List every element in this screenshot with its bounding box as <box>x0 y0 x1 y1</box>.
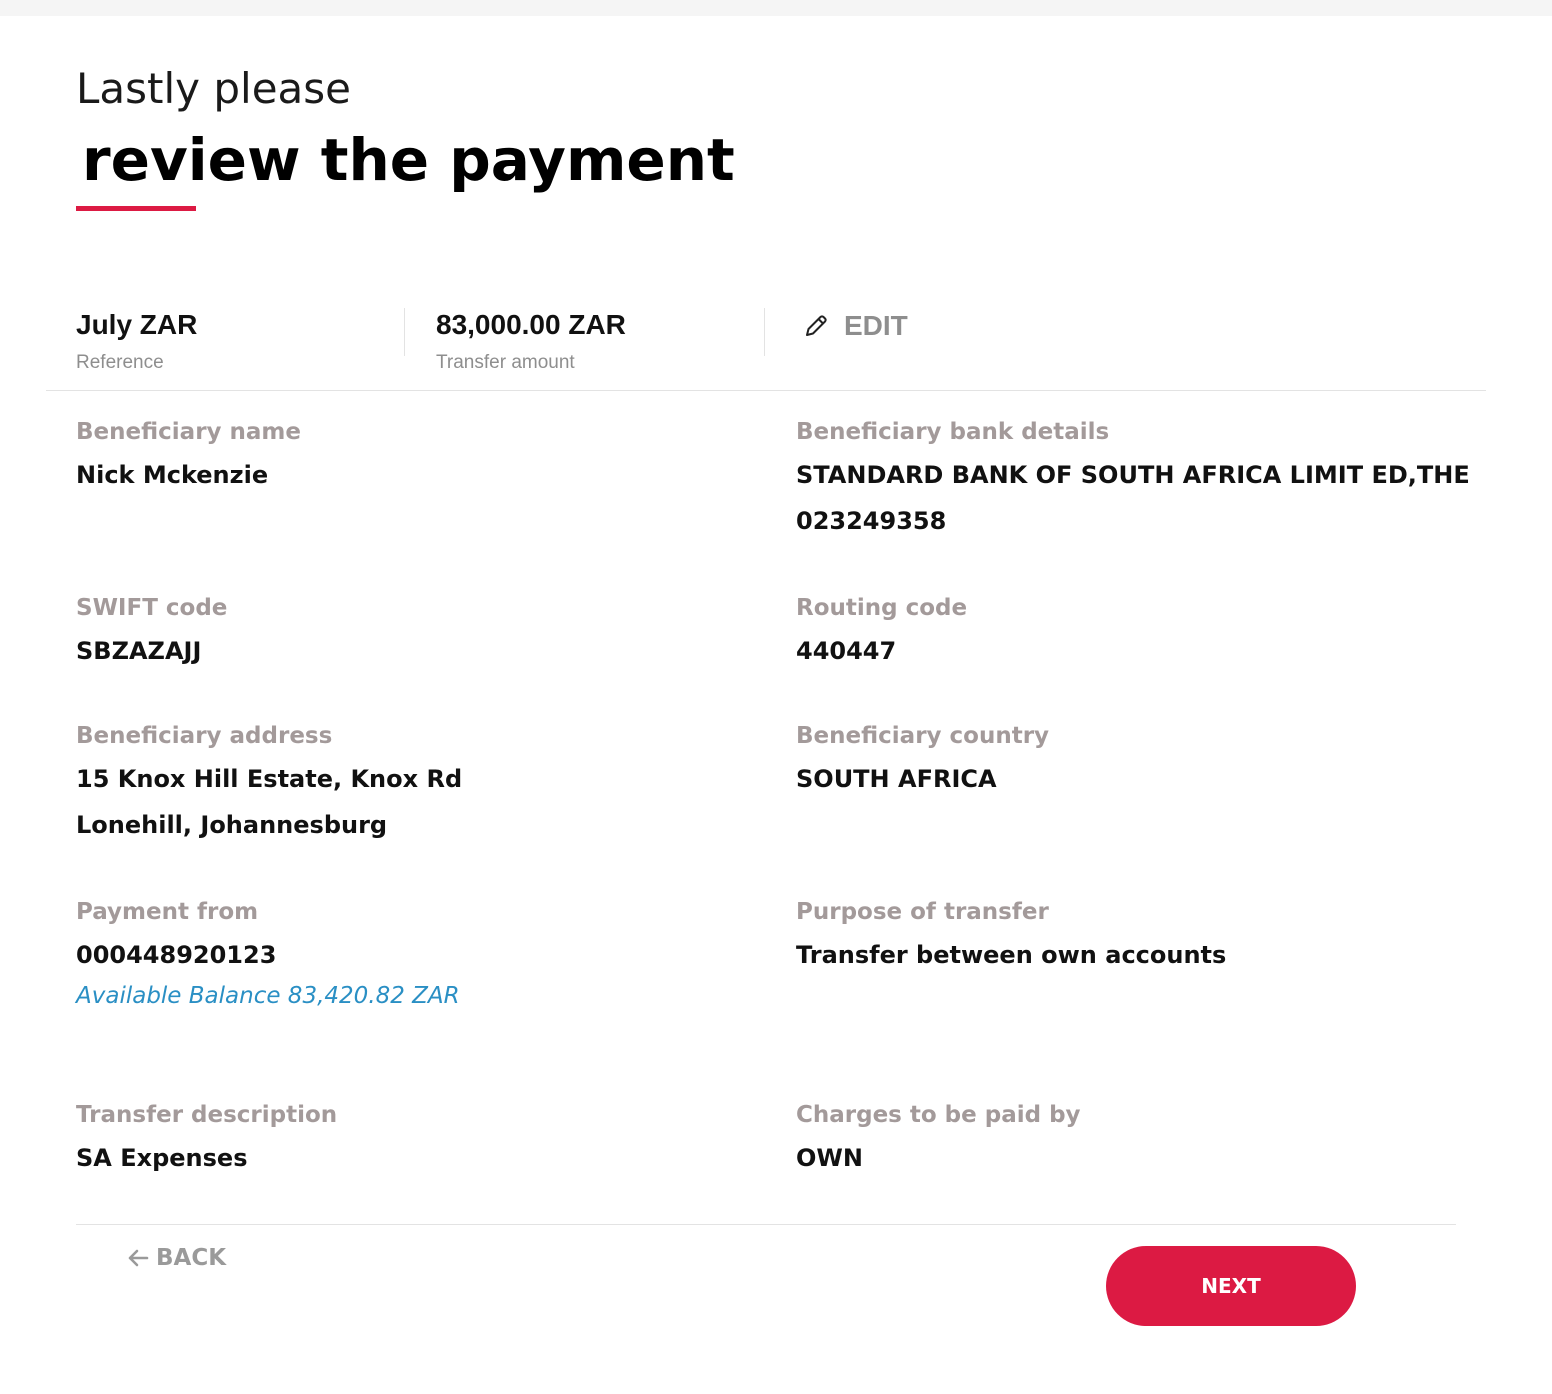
page-title: review the payment <box>82 126 735 194</box>
summary-divider-line <box>46 390 1486 391</box>
review-payment-page: Lastly please review the payment July ZA… <box>0 16 1552 1394</box>
field-value: OWN <box>796 1144 863 1172</box>
field-value: SA Expenses <box>76 1144 248 1172</box>
swift-code-field: SWIFT code SBZAZAJJ <box>76 592 756 674</box>
field-value: SBZAZAJJ <box>76 637 202 665</box>
amount-summary: 83,000.00 ZAR Transfer amount <box>436 308 626 373</box>
field-label: Transfer description <box>76 1102 338 1128</box>
pencil-icon <box>802 312 830 340</box>
field-label: Beneficiary address <box>76 723 333 749</box>
beneficiary-name-field: Beneficiary name Nick Mckenzie <box>76 416 756 498</box>
field-value: 023249358 <box>796 507 947 535</box>
next-button[interactable]: NEXT <box>1106 1246 1356 1326</box>
summary-divider <box>404 308 405 356</box>
field-label: Beneficiary bank details <box>796 419 1110 445</box>
title-accent-underline <box>76 206 196 211</box>
top-strip <box>0 0 1552 16</box>
field-label: Charges to be paid by <box>796 1102 1081 1128</box>
field-label: Payment from <box>76 899 259 925</box>
field-value: Nick Mckenzie <box>76 461 269 489</box>
beneficiary-country-field: Beneficiary country SOUTH AFRICA <box>796 720 1476 802</box>
transfer-amount-label: Transfer amount <box>436 352 575 373</box>
back-label: BACK <box>156 1245 227 1271</box>
field-label: Purpose of transfer <box>796 899 1049 925</box>
charges-field: Charges to be paid by OWN <box>796 1099 1476 1181</box>
summary-divider <box>764 308 765 356</box>
reference-value: July ZAR <box>76 309 198 340</box>
field-label: Beneficiary name <box>76 419 301 445</box>
field-value: Transfer between own accounts <box>796 941 1227 969</box>
page-subtitle: Lastly please <box>76 64 351 113</box>
payment-from-field: Payment from 000448920123 Available Bala… <box>76 896 756 1014</box>
back-button[interactable]: BACK <box>126 1242 226 1274</box>
edit-button[interactable]: EDIT <box>802 308 908 344</box>
field-value: 15 Knox Hill Estate, Knox Rd <box>76 765 463 793</box>
field-value: 000448920123 <box>76 941 277 969</box>
bank-details-field: Beneficiary bank details STANDARD BANK O… <box>796 416 1476 544</box>
footer-divider-line <box>76 1224 1456 1225</box>
edit-label: EDIT <box>844 310 908 341</box>
field-value: STANDARD BANK OF SOUTH AFRICA LIMIT ED,T… <box>796 461 1470 489</box>
field-value: 440447 <box>796 637 897 665</box>
field-value: Lonehill, Johannesburg <box>76 811 388 839</box>
routing-code-field: Routing code 440447 <box>796 592 1476 674</box>
available-balance: Available Balance 83,420.82 ZAR <box>76 983 460 1009</box>
purpose-field: Purpose of transfer Transfer between own… <box>796 896 1476 978</box>
reference-label: Reference <box>76 352 164 373</box>
transfer-amount-value: 83,000.00 ZAR <box>436 309 626 340</box>
payment-summary: July ZAR Reference 83,000.00 ZAR Transfe… <box>76 308 1476 378</box>
beneficiary-address-field: Beneficiary address 15 Knox Hill Estate,… <box>76 720 756 848</box>
reference-summary: July ZAR Reference <box>76 308 198 373</box>
field-label: SWIFT code <box>76 595 228 621</box>
field-label: Beneficiary country <box>796 723 1050 749</box>
transfer-description-field: Transfer description SA Expenses <box>76 1099 756 1181</box>
arrow-left-icon <box>126 1246 150 1270</box>
field-value: SOUTH AFRICA <box>796 765 997 793</box>
field-label: Routing code <box>796 595 968 621</box>
